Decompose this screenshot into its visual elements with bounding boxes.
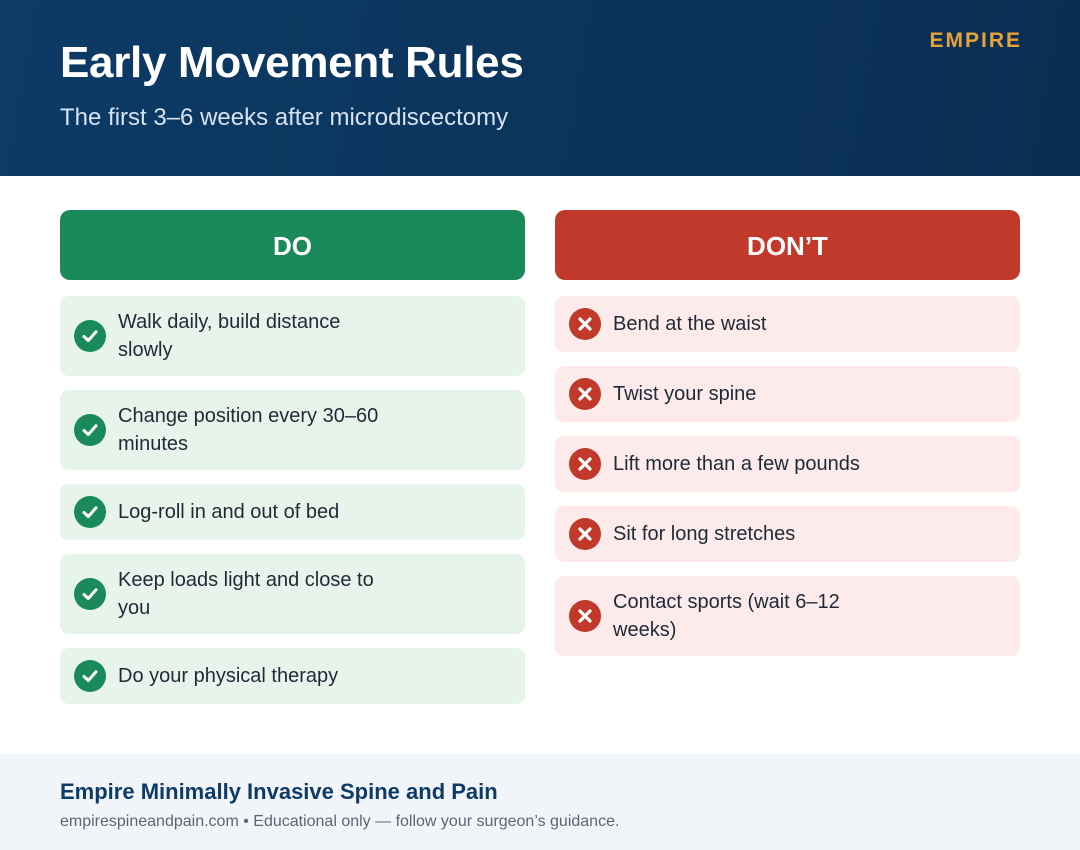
do-item-text: Keep loads light and close to you <box>118 569 374 619</box>
dont-heading: DON’T <box>555 210 1020 280</box>
check-circle-icon <box>74 496 106 528</box>
x-circle-icon <box>569 308 601 340</box>
x-circle-icon <box>569 378 601 410</box>
page-title: Early Movement Rules <box>60 38 524 87</box>
do-item: Do your physical therapy <box>60 648 525 704</box>
footer: Empire Minimally Invasive Spine and Pain… <box>0 754 1080 850</box>
brand-logo: EMPIRE <box>929 29 1022 52</box>
do-item-text: Do your physical therapy <box>118 665 339 687</box>
dont-item-text: Bend at the waist <box>613 313 767 335</box>
check-circle-icon <box>74 414 106 446</box>
page-subtitle: The first 3–6 weeks after microdiscectom… <box>60 104 509 131</box>
dont-item: Twist your spine <box>555 366 1020 422</box>
do-item-text: Walk daily, build distance slowly <box>118 311 341 361</box>
footer-note: empirespineandpain.com • Educational onl… <box>60 813 620 830</box>
check-circle-icon <box>74 320 106 352</box>
dont-item-text: Twist your spine <box>613 383 757 405</box>
do-heading: DO <box>60 210 525 280</box>
do-item: Keep loads light and close to you <box>60 554 525 634</box>
x-circle-icon <box>569 600 601 632</box>
do-item-text: Log-roll in and out of bed <box>118 501 340 523</box>
dont-list: Bend at the waist Twist your spine Lift … <box>555 296 1020 656</box>
do-item: Change position every 30–60 minutes <box>60 390 525 470</box>
dont-item: Contact sports (wait 6–12 weeks) <box>555 576 1020 656</box>
dont-item: Lift more than a few pounds <box>555 436 1020 492</box>
x-circle-icon <box>569 448 601 480</box>
header-banner: Early Movement Rules The first 3–6 weeks… <box>0 0 1080 176</box>
dont-column: DON’T Bend at the waist Twist your spine… <box>555 210 1020 656</box>
dont-item: Sit for long stretches <box>555 506 1020 562</box>
dont-item-text: Lift more than a few pounds <box>613 453 860 475</box>
do-item: Log-roll in and out of bed <box>60 484 525 540</box>
dont-item: Bend at the waist <box>555 296 1020 352</box>
do-item: Walk daily, build distance slowly <box>60 296 525 376</box>
x-circle-icon <box>569 518 601 550</box>
check-circle-icon <box>74 660 106 692</box>
do-column: DO Walk daily, build distance slowly Cha… <box>60 210 525 704</box>
organization-name: Empire Minimally Invasive Spine and Pain <box>60 779 498 804</box>
check-circle-icon <box>74 578 106 610</box>
do-list: Walk daily, build distance slowly Change… <box>60 296 525 704</box>
do-item-text: Change position every 30–60 minutes <box>118 405 379 455</box>
dont-item-text: Contact sports (wait 6–12 weeks) <box>613 591 840 641</box>
dont-item-text: Sit for long stretches <box>613 523 796 545</box>
